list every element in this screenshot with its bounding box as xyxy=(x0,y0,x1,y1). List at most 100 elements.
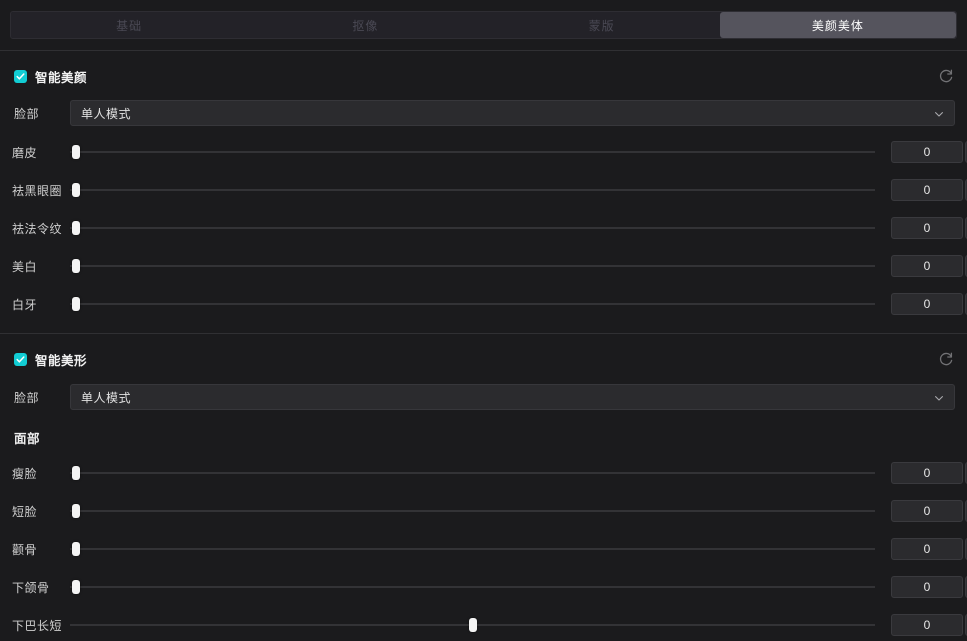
slider-label-duanlian: 短脸 xyxy=(12,504,38,519)
smart-beauty-checkbox[interactable] xyxy=(14,69,27,83)
slider-mopi[interactable] xyxy=(70,143,875,161)
subgroup-title-face: 面部 xyxy=(14,432,41,446)
tab-mask[interactable]: 蒙版 xyxy=(483,12,720,38)
slider-row-xiabachangduan: 下巴长短 xyxy=(0,613,967,637)
slider-quangu[interactable] xyxy=(70,540,875,558)
smart-beauty-reset-icon[interactable] xyxy=(937,67,955,85)
chevron-down-icon xyxy=(934,108,944,118)
slider-label-mopi: 磨皮 xyxy=(12,145,38,160)
slider-duanlian[interactable] xyxy=(70,502,875,520)
spinbox-shoulian xyxy=(891,462,967,484)
slider-thumb[interactable] xyxy=(72,504,81,518)
smart-beauty-face-value: 单人模式 xyxy=(81,106,132,121)
spinbox-duanlian xyxy=(891,500,967,522)
spin-input-quangu[interactable] xyxy=(891,538,963,560)
smart-beauty-face-label: 脸部 xyxy=(14,106,40,121)
chevron-down-icon xyxy=(934,392,944,402)
slider-thumb[interactable] xyxy=(72,297,81,311)
slider-thumb[interactable] xyxy=(72,466,81,480)
tab-bar: 基础 抠像 蒙版 美颜美体 xyxy=(10,11,957,39)
section-header-smart-beauty: 智能美颜 xyxy=(0,61,967,91)
spin-input-xiahegu[interactable] xyxy=(891,576,963,598)
slider-track xyxy=(70,472,875,474)
slider-baiya[interactable] xyxy=(70,295,875,313)
slider-track xyxy=(70,151,875,153)
slider-row-xiahegu: 下颌骨 xyxy=(0,575,967,599)
tab-basic-label: 基础 xyxy=(116,18,143,33)
smart-beauty-title: 智能美颜 xyxy=(35,70,88,85)
slider-track xyxy=(70,548,875,550)
slider-track xyxy=(70,510,875,512)
slider-row-qufalingwen: 祛法令纹 xyxy=(0,216,967,240)
slider-label-shoulian: 瘦脸 xyxy=(12,466,38,481)
tab-beauty[interactable]: 美颜美体 xyxy=(719,12,956,38)
divider-sections xyxy=(0,333,967,334)
slider-row-quangu: 颧骨 xyxy=(0,537,967,561)
spin-input-xiabachangduan[interactable] xyxy=(891,614,963,636)
smart-reshape-title: 智能美形 xyxy=(35,353,88,368)
smart-beauty-face-select[interactable]: 单人模式 xyxy=(70,100,955,126)
slider-label-meibai: 美白 xyxy=(12,259,38,274)
slider-label-quheiyanquan: 祛黑眼圈 xyxy=(12,183,63,198)
smart-reshape-face-label: 脸部 xyxy=(14,390,40,405)
slider-label-quangu: 颧骨 xyxy=(12,542,38,557)
slider-label-xiabachangduan: 下巴长短 xyxy=(12,618,63,633)
tab-beauty-label: 美颜美体 xyxy=(811,18,864,33)
slider-xiabachangduan[interactable] xyxy=(70,616,875,634)
tab-basic[interactable]: 基础 xyxy=(11,12,248,38)
slider-thumb[interactable] xyxy=(72,221,81,235)
slider-meibai[interactable] xyxy=(70,257,875,275)
tab-keying[interactable]: 抠像 xyxy=(247,12,484,38)
slider-row-duanlian: 短脸 xyxy=(0,499,967,523)
smart-reshape-face-select[interactable]: 单人模式 xyxy=(70,384,955,410)
slider-track xyxy=(70,586,875,588)
beauty-settings-panel: 基础 抠像 蒙版 美颜美体 智能美颜 脸部 单人模式 磨皮 0 祛黑眼圈 0 祛… xyxy=(0,0,967,641)
slider-thumb[interactable] xyxy=(72,542,81,556)
spinbox-quangu xyxy=(891,538,967,560)
tab-mask-label: 蒙版 xyxy=(588,18,615,33)
slider-thumb[interactable] xyxy=(72,183,81,197)
spinbox-mopi xyxy=(891,141,967,163)
slider-qufalingwen[interactable] xyxy=(70,219,875,237)
spinbox-xiabachangduan xyxy=(891,614,967,636)
check-icon xyxy=(16,355,25,363)
slider-label-xiahegu: 下颌骨 xyxy=(12,580,50,595)
spinbox-baiya xyxy=(891,293,967,315)
slider-quheiyanquan[interactable] xyxy=(70,181,875,199)
slider-label-baiya: 白牙 xyxy=(12,297,38,312)
slider-thumb[interactable] xyxy=(468,618,477,632)
spin-input-qufalingwen[interactable] xyxy=(891,217,963,239)
check-icon xyxy=(16,72,25,80)
slider-track xyxy=(70,227,875,229)
smart-reshape-face-row: 脸部 单人模式 xyxy=(0,384,967,410)
slider-label-qufalingwen: 祛法令纹 xyxy=(12,221,63,236)
spinbox-qufalingwen xyxy=(891,217,967,239)
spin-input-duanlian[interactable] xyxy=(891,500,963,522)
slider-shoulian[interactable] xyxy=(70,464,875,482)
slider-xiahegu[interactable] xyxy=(70,578,875,596)
slider-thumb[interactable] xyxy=(72,145,81,159)
slider-thumb[interactable] xyxy=(72,259,81,273)
spin-input-meibai[interactable] xyxy=(891,255,963,277)
spinbox-xiahegu xyxy=(891,576,967,598)
spinbox-meibai xyxy=(891,255,967,277)
slider-row-meibai: 美白 xyxy=(0,254,967,278)
spin-input-quheiyanquan[interactable] xyxy=(891,179,963,201)
slider-track xyxy=(70,303,875,305)
slider-thumb[interactable] xyxy=(72,580,81,594)
slider-track xyxy=(70,265,875,267)
spin-input-shoulian[interactable] xyxy=(891,462,963,484)
smart-reshape-reset-icon[interactable] xyxy=(937,350,955,368)
smart-reshape-face-value: 单人模式 xyxy=(81,390,132,405)
spin-input-mopi[interactable] xyxy=(891,141,963,163)
spin-input-baiya[interactable] xyxy=(891,293,963,315)
smart-beauty-face-row: 脸部 单人模式 xyxy=(0,100,967,126)
smart-reshape-checkbox[interactable] xyxy=(14,352,27,366)
divider-top xyxy=(0,50,967,51)
section-header-smart-reshape: 智能美形 xyxy=(0,344,967,374)
slider-row-baiya: 白牙 xyxy=(0,292,967,316)
slider-track xyxy=(70,189,875,191)
slider-row-quheiyanquan: 祛黑眼圈 xyxy=(0,178,967,202)
spinbox-quheiyanquan xyxy=(891,179,967,201)
slider-row-shoulian: 瘦脸 xyxy=(0,461,967,485)
